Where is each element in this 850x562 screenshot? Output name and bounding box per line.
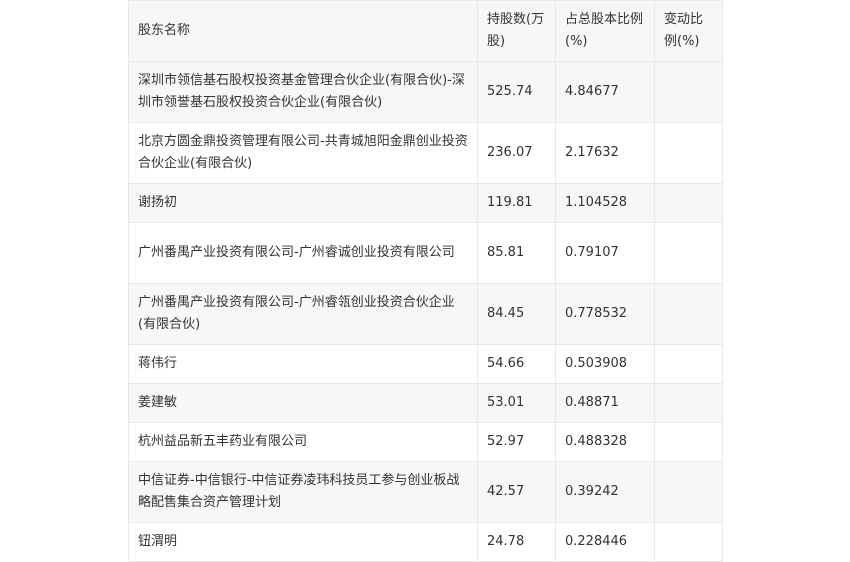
table-row: 深圳市领信基石股权投资基金管理合伙企业(有限合伙)-深圳市领誉基石股权投资合伙企… [128,61,723,123]
cell-shareholder-name: 北京方圆金鼎投资管理有限公司-共青城旭阳金鼎创业投资合伙企业(有限合伙) [128,122,478,184]
cell-share-ratio: 0.503908 [555,344,655,384]
cell-shareholder-name: 杭州益品新五丰药业有限公司 [128,422,478,462]
cell-shareholder-name: 谢扬初 [128,183,478,223]
cell-share-ratio: 0.39242 [555,461,655,523]
cell-shares-held: 119.81 [477,183,556,223]
cell-shareholder-name: 中信证券-中信银行-中信证券凌玮科技员工参与创业板战略配售集合资产管理计划 [128,461,478,523]
shareholder-table: 股东名称 持股数(万股) 占总股本比例(%) 变动比例(%) 深圳市领信基石股权… [128,0,723,562]
table-header-row: 股东名称 持股数(万股) 占总股本比例(%) 变动比例(%) [128,0,723,62]
table-row: 广州番禺产业投资有限公司-广州睿瓴创业投资合伙企业(有限合伙) 84.45 0.… [128,283,723,345]
cell-change-ratio [654,383,723,423]
cell-shareholder-name: 广州番禺产业投资有限公司-广州睿瓴创业投资合伙企业(有限合伙) [128,283,478,345]
table-row: 广州番禺产业投资有限公司-广州睿诚创业投资有限公司 85.81 0.79107 [128,222,723,284]
cell-change-ratio [654,344,723,384]
table-row: 杭州益品新五丰药业有限公司 52.97 0.488328 [128,422,723,462]
cell-change-ratio [654,422,723,462]
cell-shareholder-name: 深圳市领信基石股权投资基金管理合伙企业(有限合伙)-深圳市领誉基石股权投资合伙企… [128,61,478,123]
cell-shares-held: 84.45 [477,283,556,345]
cell-share-ratio: 0.778532 [555,283,655,345]
cell-shares-held: 85.81 [477,222,556,284]
cell-share-ratio: 0.48871 [555,383,655,423]
cell-shares-held: 52.97 [477,422,556,462]
cell-shares-held: 54.66 [477,344,556,384]
table-row: 钮渭明 24.78 0.228446 [128,522,723,562]
cell-shares-held: 53.01 [477,383,556,423]
cell-change-ratio [654,522,723,562]
cell-change-ratio [654,283,723,345]
cell-shareholder-name: 钮渭明 [128,522,478,562]
cell-change-ratio [654,461,723,523]
cell-change-ratio [654,183,723,223]
header-change-ratio: 变动比例(%) [654,0,723,62]
cell-change-ratio [654,222,723,284]
cell-shareholder-name: 姜建敏 [128,383,478,423]
header-shares-held: 持股数(万股) [477,0,556,62]
cell-share-ratio: 1.104528 [555,183,655,223]
table-row: 中信证券-中信银行-中信证券凌玮科技员工参与创业板战略配售集合资产管理计划 42… [128,461,723,523]
cell-shares-held: 42.57 [477,461,556,523]
cell-shares-held: 236.07 [477,122,556,184]
cell-share-ratio: 0.228446 [555,522,655,562]
cell-change-ratio [654,122,723,184]
header-share-ratio: 占总股本比例(%) [555,0,655,62]
cell-share-ratio: 2.17632 [555,122,655,184]
cell-shareholder-name: 广州番禺产业投资有限公司-广州睿诚创业投资有限公司 [128,222,478,284]
cell-share-ratio: 4.84677 [555,61,655,123]
cell-share-ratio: 0.79107 [555,222,655,284]
header-shareholder-name: 股东名称 [128,0,478,62]
cell-change-ratio [654,61,723,123]
cell-shares-held: 24.78 [477,522,556,562]
cell-shareholder-name: 蒋伟行 [128,344,478,384]
cell-share-ratio: 0.488328 [555,422,655,462]
cell-shares-held: 525.74 [477,61,556,123]
table-row: 姜建敏 53.01 0.48871 [128,383,723,423]
table-row: 谢扬初 119.81 1.104528 [128,183,723,223]
table-row: 北京方圆金鼎投资管理有限公司-共青城旭阳金鼎创业投资合伙企业(有限合伙) 236… [128,122,723,184]
shareholder-table-container: 股东名称 持股数(万股) 占总股本比例(%) 变动比例(%) 深圳市领信基石股权… [128,0,723,562]
table-row: 蒋伟行 54.66 0.503908 [128,344,723,384]
